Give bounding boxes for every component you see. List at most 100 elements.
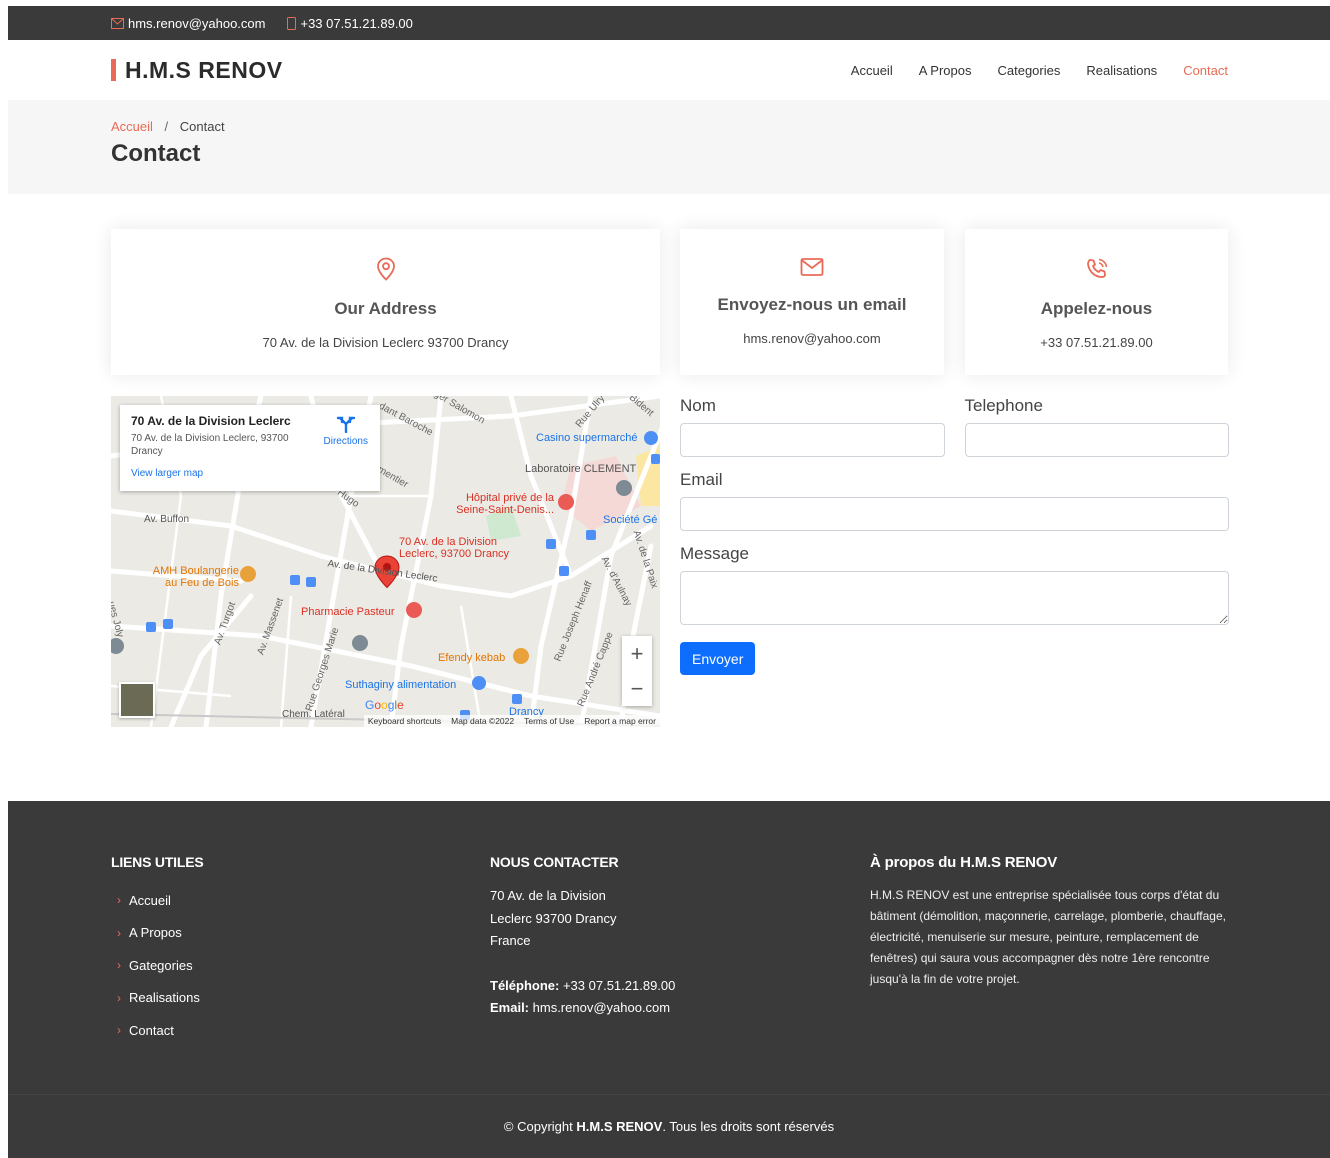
topbar-phone-text: +33 07.51.21.89.00: [300, 15, 413, 31]
page: hms.renov@yahoo.com +33 07.51.21.89.00 H…: [8, 6, 1330, 1158]
chevron-right-icon: ›: [117, 990, 121, 1005]
directions-button[interactable]: Directions: [324, 415, 368, 447]
copyright-suffix: . Tous les droits sont réservés: [662, 1119, 835, 1134]
footer-email-label: Email:: [490, 1000, 530, 1015]
chevron-right-icon: ›: [117, 925, 121, 940]
phone-card-text[interactable]: +33 07.51.21.89.00: [965, 335, 1228, 350]
copyright-prefix: © Copyright: [503, 1119, 573, 1134]
phone-card: Appelez-nous +33 07.51.21.89.00: [965, 229, 1228, 375]
footer-links-column: LIENS UTILES › Accueil › A Propos › Gategor…: [111, 854, 204, 1047]
topbar-phone[interactable]: +33 07.51.21.89.00: [287, 15, 413, 31]
email-label: Email: [680, 470, 723, 489]
nom-label: Nom: [680, 396, 716, 415]
report-error-link[interactable]: Report a map error: [584, 716, 656, 726]
footer-link-text: Contact: [129, 1022, 174, 1038]
nav-contact[interactable]: Contact: [1183, 63, 1228, 78]
page-title: Contact: [111, 140, 201, 167]
map-label-societe: Société Gé: [603, 514, 658, 526]
breadcrumb-separator: /: [164, 119, 169, 134]
message-label: Message: [680, 544, 749, 563]
footer-link-text: Gategories: [129, 957, 193, 973]
directions-icon: [336, 416, 355, 434]
satellite-toggle[interactable]: [119, 682, 155, 718]
map-pin-label: 70 Av. de la Division Leclerc, 93700 Dra…: [399, 536, 510, 560]
terms-link[interactable]: Terms of Use: [524, 716, 574, 726]
breadcrumb-band: Accueil / Contact Contact: [8, 100, 1330, 194]
map-zoom-control: + −: [622, 636, 652, 706]
footer-link-realisations[interactable]: › Realisations: [111, 982, 204, 1015]
logo[interactable]: H.M.S RENOV: [111, 57, 283, 84]
topbar-email[interactable]: hms.renov@yahoo.com: [111, 16, 265, 31]
footer-contact-title: NOUS CONTACTER: [490, 854, 619, 870]
map-pin-icon: [111, 257, 660, 281]
breadcrumb-home[interactable]: Accueil: [111, 119, 153, 134]
map-label-suthaginy: Suthaginy alimentation: [345, 679, 457, 691]
envelope-icon: [680, 257, 944, 277]
site-footer: LIENS UTILES › Accueil › A Propos › Gategor…: [8, 801, 1330, 1094]
footer-email-value[interactable]: hms.renov@yahoo.com: [533, 1000, 670, 1015]
topbar-email-text: hms.renov@yahoo.com: [128, 15, 266, 31]
footer-link-accueil[interactable]: › Accueil: [111, 884, 204, 917]
address-card-title: Our Address: [334, 299, 437, 318]
breadcrumb-current: Contact: [179, 119, 225, 134]
email-card-text[interactable]: hms.renov@yahoo.com: [680, 331, 944, 346]
telephone-input[interactable]: [964, 423, 1229, 457]
map-info-address: 70 Av. de la Division Leclerc, 93700 Dra…: [131, 433, 289, 457]
footer-link-contact[interactable]: › Contact: [111, 1014, 204, 1047]
nav-realisations[interactable]: Realisations: [1086, 63, 1157, 78]
footer-phone-label: Téléphone:: [490, 977, 560, 993]
nav-accueil[interactable]: Accueil: [851, 63, 893, 78]
site-header: H.M.S RENOV Accueil A Propos Categories …: [8, 40, 1330, 100]
map-label-pharmacie: Pharmacie Pasteur: [301, 606, 395, 618]
main-nav: Accueil A Propos Categories Realisations…: [851, 63, 1228, 78]
map-data-text: Map data ©2022: [451, 716, 515, 726]
envoyer-button[interactable]: Envoyer: [680, 642, 756, 675]
map-footer: Keyboard shortcuts Map data ©2022 Terms …: [363, 715, 660, 727]
nav-categories[interactable]: Categories: [997, 63, 1060, 78]
footer-about-column: À propos du H.M.S RENOV H.M.S RENOV est …: [870, 854, 1230, 990]
nom-input[interactable]: [680, 423, 945, 457]
map-label-casino: Casino supermarché: [536, 432, 638, 444]
footer-phone-value[interactable]: +33 07.51.21.89.00: [563, 978, 675, 993]
logo-bar: [111, 59, 116, 81]
email-card-title: Envoyez-nous un email: [717, 295, 907, 314]
message-textarea[interactable]: [680, 571, 1229, 625]
map-label-buffon: Av. Buffon: [144, 514, 190, 525]
phone-card-title: Appelez-nous: [1040, 299, 1153, 318]
email-input[interactable]: [680, 497, 1229, 531]
copyright-bar: © Copyright H.M.S RENOV. Tous les droits…: [8, 1094, 1330, 1158]
map-label-efendy: Efendy kebab: [438, 652, 506, 664]
footer-about-text: H.M.S RENOV est une entreprise spécialis…: [870, 888, 1226, 986]
footer-link-text: A Propos: [129, 925, 182, 941]
map-label-labo: Laboratoire CLEMENT: [525, 463, 637, 475]
address-card: Our Address 70 Av. de la Division Lecler…: [111, 229, 660, 375]
footer-contact-column: NOUS CONTACTER 70 Av. de la Division Lec…: [490, 854, 675, 1020]
footer-link-categories[interactable]: › Gategories: [111, 949, 204, 982]
footer-about-title: À propos du H.M.S RENOV: [870, 854, 1058, 871]
footer-link-a-propos[interactable]: › A Propos: [111, 917, 204, 950]
address-card-text: 70 Av. de la Division Leclerc 93700 Dran…: [262, 335, 509, 350]
map-label-amh: AMH Boulangerie au Feu de Bois: [152, 565, 239, 589]
footer-link-text: Accueil: [129, 892, 171, 908]
google-map[interactable]: Casino supermarché Laboratoire CLEMENT H…: [111, 396, 660, 727]
chevron-right-icon: ›: [117, 958, 121, 973]
chevron-right-icon: ›: [117, 1023, 121, 1038]
view-larger-map-link[interactable]: View larger map: [131, 468, 369, 479]
keyboard-shortcuts-link[interactable]: Keyboard shortcuts: [368, 716, 441, 726]
chevron-right-icon: ›: [117, 893, 121, 908]
zoom-in-button[interactable]: +: [622, 636, 652, 671]
top-bar: hms.renov@yahoo.com +33 07.51.21.89.00: [8, 6, 1330, 40]
telephone-label: Telephone: [964, 396, 1043, 415]
nav-a-propos[interactable]: A Propos: [919, 63, 972, 78]
footer-address-line1: 70 Av. de la Division: [490, 888, 606, 903]
contact-cards: Our Address 70 Av. de la Division Lecler…: [111, 229, 1228, 375]
footer-address-line3: France: [490, 933, 531, 948]
footer-phone: Téléphone: +33 07.51.21.89.00: [490, 975, 675, 998]
zoom-out-button[interactable]: −: [622, 671, 652, 706]
phone-call-icon: [965, 257, 1228, 281]
nom-group: Nom: [680, 396, 945, 457]
footer-links-title: LIENS UTILES: [111, 854, 204, 870]
phone-icon: [287, 16, 297, 30]
footer-email: Email: hms.renov@yahoo.com: [490, 997, 675, 1020]
email-card: Envoyez-nous un email hms.renov@yahoo.co…: [680, 229, 944, 375]
